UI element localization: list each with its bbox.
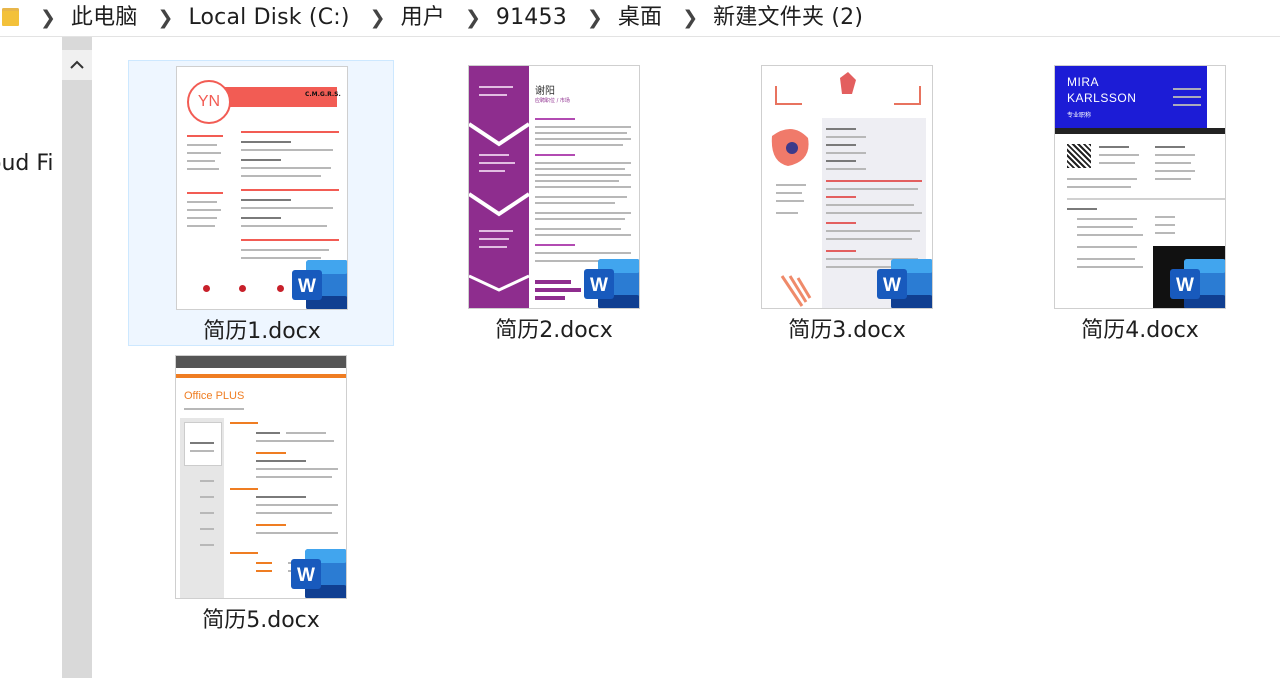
file-thumbnail: W [761,65,933,309]
thumb-initials: YN [187,80,231,124]
navigation-pane: oud Fi [0,37,62,678]
thumb-headline: C.M.G.R.S. [305,91,341,98]
breadcrumb-this-pc[interactable]: 此电脑 [71,0,138,36]
thumb-qr-code [1067,144,1091,168]
file-name[interactable]: 简历1.docx [129,313,395,345]
file-tile-2[interactable]: 谢阳 应聘职位 / 市场 W 简历2.docx [421,60,687,346]
thumb-brand: Office PLUS [184,390,245,402]
file-thumbnail: C.M.G.R.S. YN W [176,66,348,310]
thumb-subtitle: 应聘职位 / 市场 [535,98,570,104]
file-tile-1[interactable]: C.M.G.R.S. YN W 简历1.docx [128,60,394,346]
word-doc-icon: W [877,259,932,308]
svg-text:W: W [1176,275,1194,296]
word-doc-icon: W [584,259,639,308]
file-name[interactable]: 简历2.docx [421,312,687,344]
scroll-up-button[interactable] [62,50,92,80]
breadcrumb-local-disk[interactable]: Local Disk (C:) [188,0,349,36]
file-tile-5[interactable]: Office PLUS W 简历5.docx [128,350,394,636]
vertical-scrollbar[interactable] [62,37,92,678]
word-doc-icon: W [291,549,346,598]
word-doc-icon: W [292,260,347,309]
breadcrumb-current-folder[interactable]: 新建文件夹 (2) [713,0,863,36]
chevron-right-icon[interactable]: ❯ [587,0,603,36]
chevron-right-icon[interactable]: ❯ [682,0,698,36]
svg-text:W: W [298,276,316,297]
file-tile-3[interactable]: W 简历3.docx [714,60,980,346]
address-bar[interactable]: ❯ 此电脑 ❯ Local Disk (C:) ❯ 用户 ❯ 91453 ❯ 桌… [0,0,1280,37]
chevron-right-icon[interactable]: ❯ [370,0,386,36]
word-doc-icon: W [1170,259,1225,308]
breadcrumb-desktop[interactable]: 桌面 [618,0,662,36]
file-name[interactable]: 简历3.docx [714,312,980,344]
folder-icon [2,8,19,26]
file-tile-4[interactable]: MIRA KARLSSON 专业职称 W 简历4.docx [1007,60,1273,346]
scroll-up-icon [70,60,84,69]
breadcrumb-users[interactable]: 用户 [401,0,445,36]
file-thumbnail: Office PLUS W [175,355,347,599]
chevron-right-icon[interactable]: ❯ [158,0,174,36]
file-name[interactable]: 简历5.docx [128,602,394,634]
thumb-name-line2: KARLSSON [1067,91,1137,105]
svg-text:W: W [590,275,608,296]
file-thumbnail: MIRA KARLSSON 专业职称 W [1054,65,1226,309]
thumb-subtitle: 专业职称 [1067,112,1092,119]
nav-item-cloud-files[interactable]: oud Fi [0,151,54,176]
thumb-name-line1: MIRA [1067,75,1099,89]
file-name[interactable]: 简历4.docx [1007,312,1273,344]
chevron-right-icon[interactable]: ❯ [40,0,56,36]
svg-text:W: W [297,565,315,586]
breadcrumb: ❯ 此电脑 ❯ Local Disk (C:) ❯ 用户 ❯ 91453 ❯ 桌… [40,0,883,36]
svg-text:W: W [883,275,901,296]
file-thumbnail: 谢阳 应聘职位 / 市场 W [468,65,640,309]
chevron-right-icon[interactable]: ❯ [465,0,481,36]
breadcrumb-user-folder[interactable]: 91453 [496,0,567,36]
thumb-name: 谢阳 [535,86,555,97]
